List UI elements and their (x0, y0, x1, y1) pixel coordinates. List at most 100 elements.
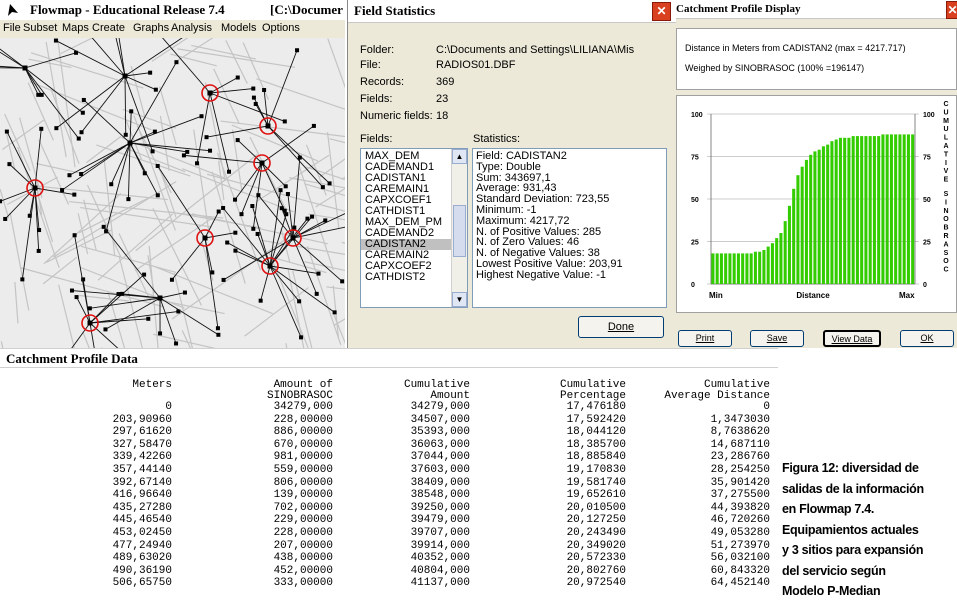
file-value: RADIOS01.DBF (436, 59, 516, 71)
demand-point (67, 173, 72, 178)
demand-point (129, 109, 134, 114)
table-cell: 453,02450 (112, 527, 172, 539)
menu-models[interactable]: Models (221, 22, 256, 34)
demand-point (181, 153, 186, 158)
menu-create[interactable]: Create (92, 22, 125, 34)
flowmap-window-title: Flowmap - Educational Release 7.4 (30, 2, 225, 17)
profile-data-title-bar[interactable]: Catchment Profile Data (0, 348, 778, 368)
demand-point (109, 182, 114, 187)
demand-point (332, 310, 337, 315)
profile-bar (783, 221, 787, 284)
demand-point (153, 87, 158, 92)
view-data-button[interactable]: View Data (823, 330, 881, 347)
menu-subset[interactable]: Subset (23, 22, 57, 34)
demand-point (292, 225, 297, 230)
profile-bar (745, 253, 749, 284)
table-cell: 39914,000 (410, 539, 470, 552)
menu-graphs[interactable]: Graphs (133, 22, 169, 34)
right-axis-letter: M (943, 118, 949, 125)
scroll-down-icon[interactable]: ▼ (452, 292, 467, 307)
demand-point (233, 230, 238, 235)
table-cell: 14,687110 (710, 438, 770, 451)
street-line (341, 241, 345, 244)
profile-bar (902, 134, 906, 284)
menu-options[interactable]: Options (262, 22, 300, 34)
profile-bar (894, 134, 898, 284)
table-cell: 0 (763, 401, 770, 413)
demand-point (155, 163, 160, 168)
facility-point (290, 235, 296, 241)
flow-line (105, 297, 161, 330)
demand-point (316, 271, 321, 276)
close-icon[interactable]: ✕ (652, 2, 671, 21)
street-line (341, 176, 345, 180)
menu-maps[interactable]: Maps (62, 22, 89, 34)
done-button[interactable]: Done (578, 316, 664, 338)
table-cell: 34507,000 (410, 413, 470, 426)
facility-point (127, 140, 133, 146)
facility-point (265, 123, 271, 129)
table-cell: 37603,000 (410, 464, 470, 476)
statistic-line: Highest Negative Value: -1 (476, 268, 607, 281)
save-button[interactable]: Save (750, 330, 804, 347)
table-cell: 19,581740 (566, 476, 626, 489)
view-data-button-label: View Data (831, 334, 873, 344)
street-line (118, 233, 152, 302)
demand-point (120, 291, 125, 296)
table-cell: 40804,000 (410, 564, 470, 577)
table-cell: 392,67140 (112, 476, 172, 489)
street-line (211, 171, 246, 284)
scroll-thumb[interactable] (453, 205, 466, 257)
table-cell: 19,170830 (566, 464, 626, 476)
fields-list-label: Fields: (360, 133, 393, 145)
menu-file[interactable]: File (3, 22, 21, 34)
demand-point (185, 149, 190, 154)
table-cell: 207,00000 (273, 539, 333, 552)
flow-line (0, 51, 26, 69)
y-tick-label-left: 0 (691, 282, 695, 289)
close-icon[interactable]: ✕ (946, 1, 957, 19)
demand-point (87, 306, 92, 311)
fields-scrollbar[interactable]: ▲ ▼ (451, 149, 467, 307)
street-line (36, 162, 80, 174)
right-axis-letter: I (945, 199, 947, 206)
profile-bar (851, 136, 855, 284)
flowmap-map-view[interactable] (0, 38, 345, 348)
flow-line (127, 142, 131, 200)
demand-point (204, 135, 209, 140)
demand-point (182, 290, 187, 295)
facility-point (259, 160, 265, 166)
profile-bar (817, 149, 821, 284)
profile-data-table: Meters Amount of SINOBRASOC Cumulative Am… (0, 368, 778, 610)
demand-point (142, 171, 147, 176)
flowmap-title-bar[interactable]: Flowmap - Educational Release 7.4 [C:\Do… (0, 0, 345, 21)
demand-point (53, 38, 58, 43)
flow-line (209, 92, 285, 122)
demand-point (297, 299, 302, 304)
field-statistics-title-bar[interactable]: Field Statistics (348, 0, 677, 23)
table-cell: 20,010500 (566, 501, 626, 514)
table-cell: 36063,000 (410, 438, 470, 451)
print-button[interactable]: Print (678, 330, 732, 347)
profile-data-title: Catchment Profile Data (6, 351, 138, 366)
table-cell: 139,00000 (273, 489, 333, 502)
fields-listbox[interactable]: MAX_DEM CADEMAND1 CADISTAN1 CAREMAIN1 CAPXCO… (360, 148, 468, 308)
ok-button[interactable]: OK (900, 330, 954, 347)
table-cell: 0 (165, 401, 172, 413)
scroll-up-icon[interactable]: ▲ (452, 149, 467, 164)
profile-bar (792, 188, 796, 284)
right-axis-letter: R (943, 233, 948, 240)
facility-point (157, 295, 163, 301)
demand-point (314, 291, 319, 296)
street-line (326, 286, 345, 290)
flow-line (204, 237, 219, 329)
menu-analysis[interactable]: Analysis (171, 22, 212, 34)
profile-display-title-bar[interactable]: Catchment Profile Display (676, 0, 957, 19)
flow-line (55, 40, 126, 77)
demand-point (284, 212, 289, 217)
demand-point (79, 130, 84, 135)
y-tick-label-left: 75 (691, 155, 699, 162)
demand-point (74, 295, 79, 300)
table-cell: 17,592420 (566, 413, 626, 426)
flow-line (69, 142, 131, 176)
